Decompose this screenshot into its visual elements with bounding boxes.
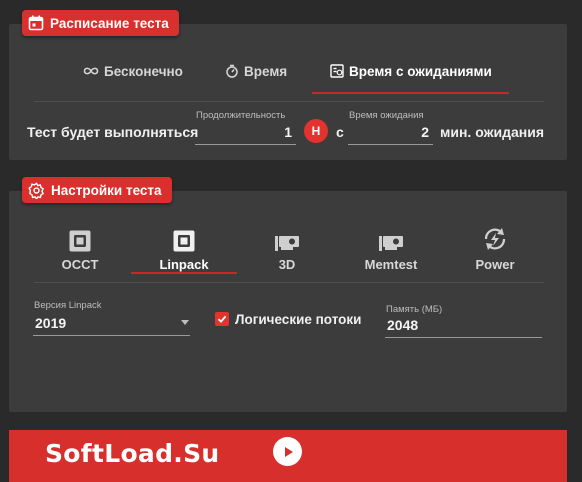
- settings-divider: [34, 282, 544, 283]
- schedule-divider: [34, 101, 544, 102]
- version-label: Версия Linpack: [34, 300, 102, 311]
- softload-banner[interactable]: SoftLoad.Su: [9, 430, 567, 482]
- seconds-unit-label: с: [336, 124, 344, 140]
- tab-time[interactable]: Время: [225, 61, 287, 81]
- tab-time-with-waits-label: Время с ожиданиями: [349, 63, 492, 79]
- tab-occt[interactable]: OCCT: [35, 223, 125, 272]
- duration-value: 1: [284, 124, 292, 140]
- gear-icon: [28, 181, 44, 199]
- schedule-title: Расписание теста: [50, 15, 169, 31]
- play-icon: [284, 446, 293, 457]
- tab-time-label: Время: [244, 63, 288, 79]
- active-tab-indicator: [312, 92, 509, 94]
- tab-linpack[interactable]: Linpack: [139, 223, 229, 272]
- run-label: Тест будет выполняться: [27, 124, 199, 140]
- settings-title: Настройки теста: [51, 182, 162, 198]
- tab-linpack-label: Linpack: [159, 257, 209, 272]
- tab-time-with-waits[interactable]: Время с ожиданиями: [330, 61, 492, 81]
- timer-icon: [226, 64, 238, 78]
- memory-input[interactable]: 2048: [385, 315, 542, 338]
- tab-power[interactable]: Power: [450, 223, 540, 272]
- brand-text: SoftLoad.Su: [45, 439, 220, 468]
- tab-power-label: Power: [475, 257, 515, 272]
- power-cycle-icon: [484, 228, 506, 250]
- tab-3d-label: 3D: [278, 257, 296, 272]
- memory-value: 2048: [387, 317, 419, 333]
- chip-icon: [173, 230, 195, 252]
- tab-occt-label: OCCT: [61, 257, 99, 272]
- memory-label: Память (МБ): [386, 304, 443, 315]
- hours-unit-button[interactable]: Н: [304, 119, 328, 143]
- wait-suffix: мин. ожидания: [440, 124, 545, 140]
- active-test-indicator: [131, 272, 237, 274]
- tab-infinite[interactable]: Бесконечно: [83, 61, 183, 81]
- play-button[interactable]: [273, 437, 302, 466]
- schedule-header-badge: Расписание теста: [22, 10, 179, 36]
- duration-label: Продолжительность: [196, 110, 286, 121]
- gpu-icon: [379, 236, 403, 251]
- app-window: Расписание теста Бесконечно Время Время …: [0, 0, 582, 482]
- tab-memtest-label: Memtest: [364, 257, 418, 272]
- chevron-down-icon: [181, 320, 189, 325]
- tab-3d[interactable]: 3D: [242, 223, 332, 272]
- gpu-icon: [275, 236, 299, 251]
- logical-threads-checkbox[interactable]: [215, 312, 229, 326]
- logical-threads-label: Логические потоки: [235, 312, 362, 327]
- checkmark-icon: [217, 315, 227, 323]
- wait-input[interactable]: 2: [348, 122, 433, 145]
- infinity-icon: [83, 67, 99, 75]
- duration-input[interactable]: 1: [195, 122, 296, 145]
- version-value: 2019: [35, 315, 67, 331]
- chip-icon: [69, 230, 91, 252]
- tab-infinite-label: Бесконечно: [104, 63, 183, 79]
- version-select[interactable]: 2019: [33, 313, 190, 336]
- wait-value: 2: [421, 124, 429, 140]
- timer-list-icon: [330, 64, 344, 78]
- settings-header-badge: Настройки теста: [22, 177, 172, 203]
- tab-memtest[interactable]: Memtest: [346, 223, 436, 272]
- calendar-icon: [28, 15, 44, 31]
- wait-label: Время ожидания: [349, 110, 424, 121]
